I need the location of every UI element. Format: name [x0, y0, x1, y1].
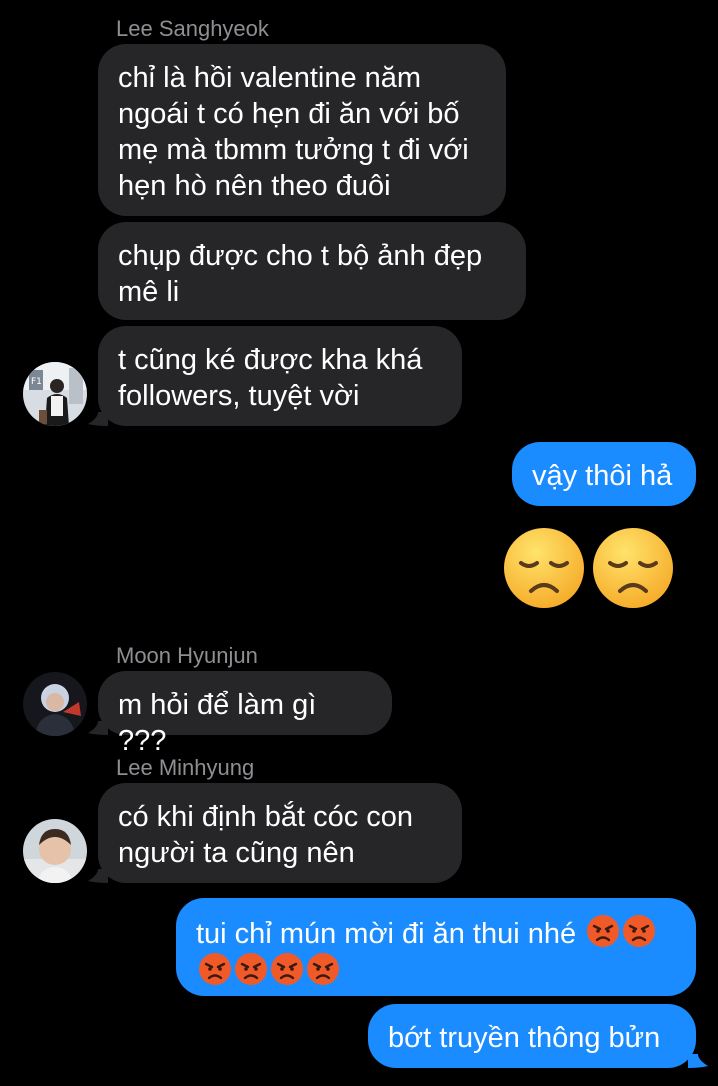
- bubble-tail: [88, 869, 108, 883]
- bubble-tail: [688, 1054, 708, 1068]
- svg-text:F1: F1: [31, 377, 42, 387]
- angry-face-icon: [623, 915, 656, 947]
- message-text: tui chỉ mún mời đi ăn thui nhé: [196, 918, 585, 950]
- user-photo-avatar[interactable]: [23, 819, 87, 883]
- angry-face-icon: [235, 953, 267, 985]
- disappointed-face-emoji: [593, 528, 673, 608]
- bubble-tail: [88, 721, 108, 735]
- angry-emoji-group: [196, 953, 340, 988]
- angry-face-icon: [307, 953, 339, 985]
- sender-name-lee-sanghyeok: Lee Sanghyeok: [116, 16, 269, 41]
- message-bubble[interactable]: có khi định bắt cóc con người ta cũng nê…: [98, 783, 462, 883]
- user-photo-avatar[interactable]: [23, 672, 87, 736]
- outgoing-message-bubble[interactable]: vậy thôi hả: [512, 442, 696, 506]
- angry-face-icon: [271, 953, 303, 985]
- message-bubble[interactable]: chụp được cho t bộ ảnh đẹp mê li: [98, 222, 526, 320]
- message-bubble[interactable]: t cũng ké được kha khá followers, tuyệt …: [98, 326, 462, 426]
- bubble-tail: [88, 412, 108, 426]
- outgoing-message-bubble[interactable]: tui chỉ mún mời đi ăn thui nhé: [176, 898, 696, 996]
- sender-name-moon-hyunjun: Moon Hyunjun: [116, 643, 258, 668]
- angry-face-icon: [199, 953, 231, 985]
- sender-name-lee-minhyung: Lee Minhyung: [116, 755, 255, 780]
- message-bubble[interactable]: chỉ là hồi valentine năm ngoái t có hẹn …: [98, 44, 506, 216]
- disappointed-face-emoji: [504, 528, 584, 608]
- angry-emoji-group: [584, 915, 656, 950]
- outgoing-message-bubble[interactable]: bớt truyền thông bửn: [368, 1004, 696, 1068]
- user-photo-avatar[interactable]: F1: [23, 362, 87, 426]
- angry-face-icon: [587, 915, 620, 947]
- message-bubble[interactable]: m hỏi để làm gì ???: [98, 671, 392, 757]
